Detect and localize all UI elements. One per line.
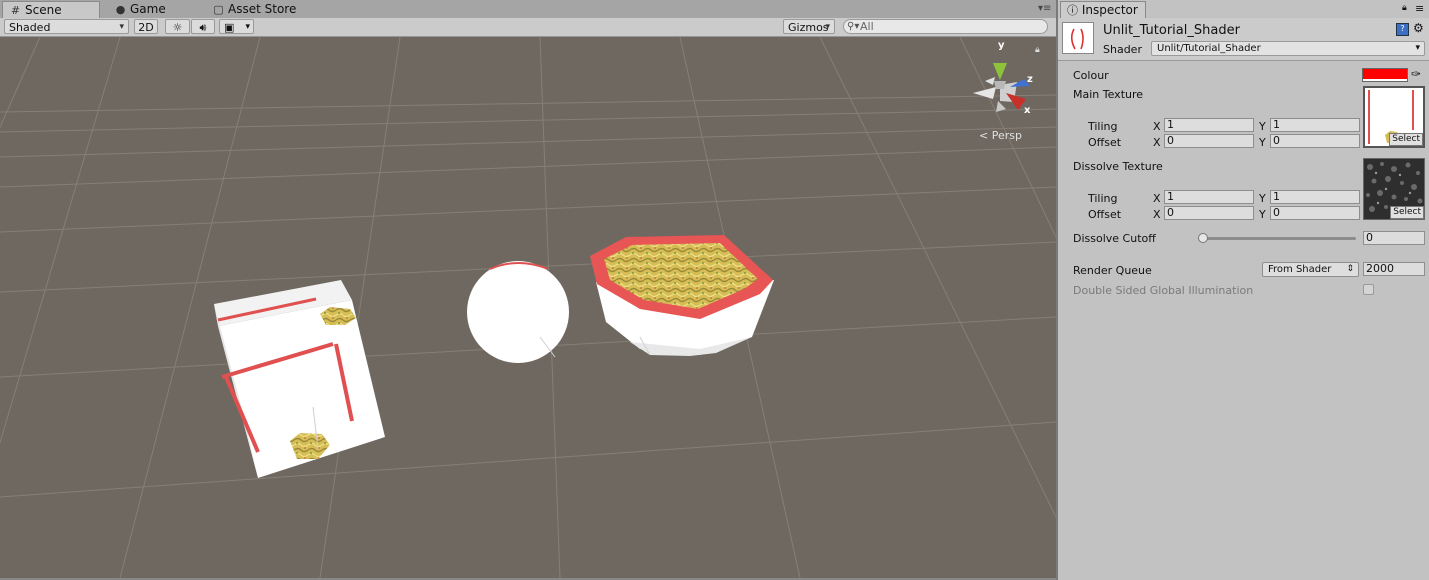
dissolve-offset-y-field[interactable]: 0 (1270, 206, 1360, 220)
tab-menu-icon[interactable]: ▾≡ (1038, 3, 1051, 14)
render-queue-label: Render Queue (1073, 264, 1152, 277)
material-name: Unlit_Tutorial_Shader (1103, 23, 1240, 38)
tab-scene[interactable]: # Scene (2, 1, 100, 18)
main-offset-y-label: Y (1259, 136, 1266, 149)
audio-toggle[interactable]: 🔊︎ (191, 19, 215, 34)
render-queue-field[interactable]: 2000 (1363, 262, 1425, 276)
dissolve-cutoff-field[interactable]: 0 (1363, 231, 1425, 245)
main-tiling-x-field[interactable]: 1 (1164, 118, 1254, 132)
search-icon: ⚲▾ (847, 21, 860, 32)
main-offset-x-field[interactable]: 0 (1164, 134, 1254, 148)
scene-canvas (0, 37, 1056, 578)
dissolve-texture-slot[interactable]: Select (1363, 158, 1425, 220)
perspective-icon: < (979, 129, 989, 142)
double-sided-gi-checkbox[interactable] (1363, 284, 1374, 295)
draw-mode-dropdown[interactable]: Shaded (4, 19, 129, 35)
orientation-gizmo[interactable] (973, 63, 1030, 112)
render-queue-dropdown[interactable]: From Shader (1262, 262, 1359, 277)
scene-viewport[interactable]: y z x 🔒︎ < Persp (0, 37, 1056, 580)
inspector-panel: ⓘ Inspector 🔒︎ ≡ Unlit_Tutorial_Shader ?… (1058, 0, 1429, 580)
mode-2d-button[interactable]: 2D (134, 19, 158, 34)
main-offset-label: Offset (1088, 136, 1122, 149)
main-tiling-y-field[interactable]: 1 (1270, 118, 1360, 132)
gear-icon[interactable]: ⚙ (1413, 21, 1424, 35)
shader-dropdown[interactable]: Unlit/Tutorial_Shader (1151, 41, 1425, 56)
store-icon: ▢ (213, 3, 224, 16)
material-preview-icon (1070, 28, 1084, 50)
sun-icon: ☼ (172, 21, 183, 34)
dissolve-tiling-y-label: Y (1259, 192, 1266, 205)
tab-inspector[interactable]: ⓘ Inspector (1060, 1, 1146, 18)
main-tiling-x-label: X (1153, 120, 1161, 133)
main-texture-select-button[interactable]: Select (1389, 133, 1423, 146)
dissolve-tiling-y-field[interactable]: 1 (1270, 190, 1360, 204)
bowl-object[interactable] (590, 235, 774, 356)
tab-asset-store[interactable]: ▢ Asset Store (206, 1, 304, 18)
axis-z-label: z (1027, 74, 1033, 85)
lock-icon[interactable]: 🔒︎ (1035, 45, 1040, 55)
projection-label[interactable]: < Persp (979, 129, 1022, 142)
scene-search-input[interactable]: ⚲▾ All (843, 19, 1048, 34)
dissolve-tiling-x-field[interactable]: 1 (1164, 190, 1254, 204)
game-controller-icon: ● (115, 3, 126, 16)
dissolve-cutoff-label: Dissolve Cutoff (1073, 232, 1156, 245)
colour-fill (1363, 69, 1407, 79)
lock-icon[interactable]: 🔒︎ (1402, 3, 1407, 13)
editor-tab-bar: # Scene ● Game ▢ Asset Store ▾≡ (0, 0, 1056, 19)
chevron-down-icon: ▾ (245, 22, 250, 32)
gizmos-dropdown[interactable]: Gizmos (783, 19, 835, 35)
main-offset-x-label: X (1153, 136, 1161, 149)
help-icon[interactable]: ? (1396, 23, 1409, 36)
main-texture-label: Main Texture (1073, 88, 1144, 101)
dissolve-cutoff-slider-thumb[interactable] (1198, 233, 1208, 243)
material-header: Unlit_Tutorial_Shader ? ⚙ Shader Unlit/T… (1058, 18, 1429, 61)
dissolve-tiling-x-label: X (1153, 192, 1161, 205)
dissolve-offset-y-label: Y (1259, 208, 1266, 221)
dissolve-tiling-label: Tiling (1088, 192, 1118, 205)
speaker-icon: 🔊︎ (199, 21, 207, 34)
info-icon: ⓘ (1067, 4, 1078, 17)
tab-game[interactable]: ● Game (108, 1, 174, 18)
axis-y-label: y (998, 40, 1005, 51)
colour-label: Colour (1073, 69, 1109, 82)
dissolve-offset-label: Offset (1088, 208, 1122, 221)
double-sided-gi-label: Double Sided Global Illumination (1073, 284, 1254, 297)
scene-toolbar: Shaded 2D ☼ 🔊︎ ▣▾ Gizmos ⚲▾All (0, 18, 1056, 37)
material-preview (1062, 22, 1094, 54)
dissolve-cutoff-slider-track[interactable] (1202, 237, 1356, 240)
effects-dropdown[interactable]: ▣ ▾ (219, 19, 254, 34)
main-tiling-label: Tiling (1088, 120, 1118, 133)
dissolve-offset-x-label: X (1153, 208, 1161, 221)
image-icon: ▣ (224, 21, 235, 34)
eyedropper-icon[interactable]: ✑ (1411, 67, 1421, 81)
sphere-object[interactable] (467, 261, 569, 363)
grid-icon: # (10, 4, 21, 17)
lighting-toggle[interactable]: ☼ (165, 19, 190, 34)
main-offset-y-field[interactable]: 0 (1270, 134, 1360, 148)
main-texture-slot[interactable]: Select (1363, 86, 1425, 148)
dissolve-texture-select-button[interactable]: Select (1390, 206, 1424, 219)
dissolve-offset-x-field[interactable]: 0 (1164, 206, 1254, 220)
main-tiling-y-label: Y (1259, 120, 1266, 133)
menu-icon[interactable]: ≡ (1415, 2, 1424, 15)
dissolve-texture-label: Dissolve Texture (1073, 160, 1163, 173)
shader-label: Shader (1103, 43, 1142, 56)
axis-x-label: x (1024, 105, 1031, 116)
colour-field[interactable] (1362, 68, 1408, 82)
